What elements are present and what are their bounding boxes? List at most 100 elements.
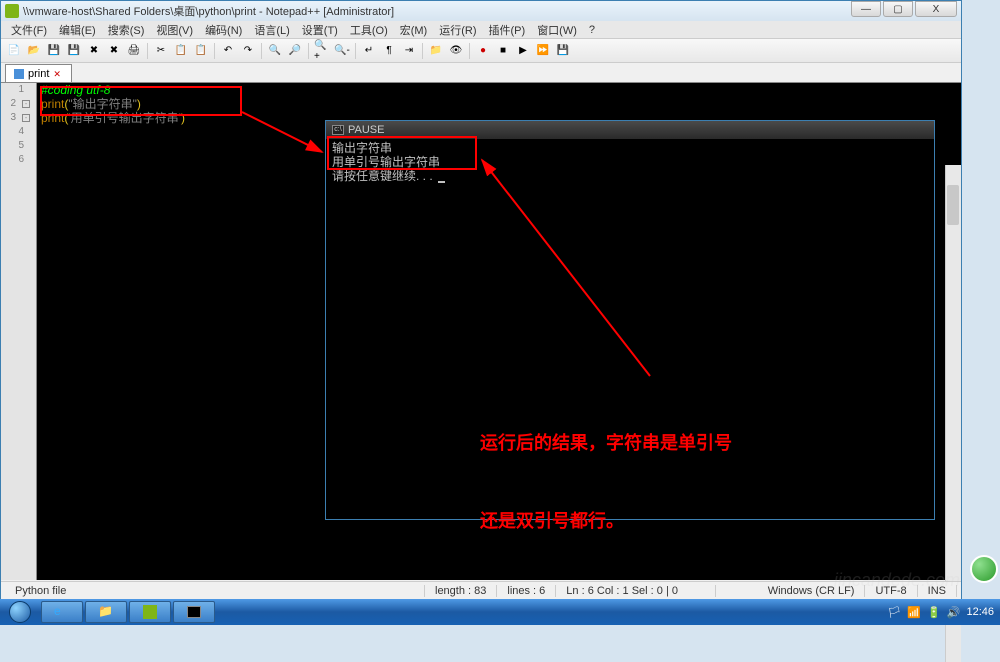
separator bbox=[422, 43, 423, 59]
separator bbox=[469, 43, 470, 59]
menu-help[interactable]: ? bbox=[583, 23, 601, 37]
scroll-thumb[interactable] bbox=[947, 185, 959, 225]
monitor-icon[interactable]: 👁 bbox=[447, 42, 465, 60]
separator bbox=[261, 43, 262, 59]
menu-macro[interactable]: 宏(M) bbox=[394, 21, 434, 39]
undo-icon[interactable]: ↶ bbox=[219, 42, 237, 60]
menu-run[interactable]: 运行(R) bbox=[433, 21, 482, 39]
save-macro-icon[interactable]: 💾 bbox=[554, 42, 572, 60]
zoom-in-icon[interactable]: 🔍+ bbox=[313, 42, 331, 60]
cut-icon[interactable]: ✂ bbox=[152, 42, 170, 60]
indent-icon[interactable]: ⇥ bbox=[400, 42, 418, 60]
watermark: jincandede.com bbox=[834, 570, 960, 591]
line-gutter: 1 2- 3- 4 5 6 bbox=[1, 83, 37, 580]
menu-plugins[interactable]: 插件(P) bbox=[483, 21, 532, 39]
record-icon[interactable]: ● bbox=[474, 42, 492, 60]
tray-clock[interactable]: 12:46 bbox=[966, 606, 994, 618]
console-line: 请按任意键继续. . . bbox=[332, 169, 928, 183]
window-controls: — ▢ X bbox=[851, 1, 957, 17]
line-number: 5 bbox=[1, 139, 36, 153]
zoom-out-icon[interactable]: 🔍- bbox=[333, 42, 351, 60]
taskbar-item-cmd[interactable] bbox=[173, 601, 215, 623]
toolbar: 📄 📂 💾 💾 ✖ ✖ 🖨 ✂ 📋 📋 ↶ ↷ 🔍 🔎 🔍+ 🔍- ↵ ¶ ⇥ … bbox=[1, 39, 961, 63]
menu-language[interactable]: 语言(L) bbox=[248, 21, 295, 39]
code-line-1: #coding utf-8 bbox=[41, 83, 957, 97]
folder-icon: 📁 bbox=[98, 604, 114, 620]
windows-taskbar: e 📁 🏳 📶 🔋 🔊 12:46 bbox=[0, 599, 1000, 625]
console-line: 用单引号输出字符串 bbox=[332, 155, 928, 169]
taskbar-item-ie[interactable]: e bbox=[41, 601, 83, 623]
console-line: 输出字符串 bbox=[332, 141, 928, 155]
tray-sound-icon[interactable]: 🔊 bbox=[947, 606, 961, 619]
open-file-icon[interactable]: 📂 bbox=[25, 42, 43, 60]
separator bbox=[308, 43, 309, 59]
titlebar[interactable]: \\vmware-host\Shared Folders\桌面\python\p… bbox=[1, 1, 961, 21]
close-file-icon[interactable]: ✖ bbox=[85, 42, 103, 60]
taskbar-item-notepadpp[interactable] bbox=[129, 601, 171, 623]
save-all-icon[interactable]: 💾 bbox=[65, 42, 83, 60]
redo-icon[interactable]: ↷ bbox=[239, 42, 257, 60]
maximize-button[interactable]: ▢ bbox=[883, 1, 913, 17]
separator bbox=[214, 43, 215, 59]
separator bbox=[355, 43, 356, 59]
replace-icon[interactable]: 🔎 bbox=[286, 42, 304, 60]
console-icon: c:\ bbox=[332, 125, 344, 135]
tab-close-icon[interactable]: ✕ bbox=[53, 69, 63, 79]
copy-icon[interactable]: 📋 bbox=[172, 42, 190, 60]
play-icon[interactable]: ▶ bbox=[514, 42, 532, 60]
menu-window[interactable]: 窗口(W) bbox=[531, 21, 583, 39]
cmd-icon bbox=[187, 606, 201, 618]
tab-print[interactable]: print ✕ bbox=[5, 64, 72, 82]
tabbar: print ✕ bbox=[1, 63, 961, 83]
menubar: 文件(F) 编辑(E) 搜索(S) 视图(V) 编码(N) 语言(L) 设置(T… bbox=[1, 21, 961, 39]
status-position: Ln : 6 Col : 1 Sel : 0 | 0 bbox=[556, 585, 716, 597]
separator bbox=[147, 43, 148, 59]
notepadpp-icon bbox=[143, 605, 157, 619]
status-lines: lines : 6 bbox=[497, 585, 556, 597]
save-icon[interactable]: 💾 bbox=[45, 42, 63, 60]
cursor-icon bbox=[438, 181, 445, 183]
folder-icon[interactable]: 📁 bbox=[427, 42, 445, 60]
console-output: 输出字符串 用单引号输出字符串 请按任意键继续. . . bbox=[326, 139, 934, 185]
start-button[interactable] bbox=[0, 599, 40, 625]
status-length: length : 83 bbox=[425, 585, 497, 597]
new-file-icon[interactable]: 📄 bbox=[5, 42, 23, 60]
annotation-line-2: 还是双引号都行。 bbox=[480, 508, 732, 534]
menu-search[interactable]: 搜索(S) bbox=[102, 21, 151, 39]
file-type-icon bbox=[14, 69, 24, 79]
play-multi-icon[interactable]: ⏩ bbox=[534, 42, 552, 60]
stop-icon[interactable]: ■ bbox=[494, 42, 512, 60]
line-number: 4 bbox=[1, 125, 36, 139]
menu-view[interactable]: 视图(V) bbox=[150, 21, 199, 39]
line-number: 2- bbox=[1, 97, 36, 111]
floating-action-button[interactable] bbox=[970, 555, 998, 583]
invisible-chars-icon[interactable]: ¶ bbox=[380, 42, 398, 60]
menu-settings[interactable]: 设置(T) bbox=[296, 21, 344, 39]
line-number: 1 bbox=[1, 83, 36, 97]
taskbar-item-explorer[interactable]: 📁 bbox=[85, 601, 127, 623]
menu-encoding[interactable]: 编码(N) bbox=[199, 21, 248, 39]
tab-label: print bbox=[28, 68, 49, 80]
close-all-icon[interactable]: ✖ bbox=[105, 42, 123, 60]
tray-network-icon[interactable]: 📶 bbox=[907, 606, 921, 619]
system-tray: 🏳 📶 🔋 🔊 12:46 bbox=[881, 606, 1000, 619]
tray-battery-icon[interactable]: 🔋 bbox=[927, 606, 941, 619]
menu-file[interactable]: 文件(F) bbox=[5, 21, 53, 39]
code-line-2: print("输出字符串") bbox=[41, 97, 957, 111]
minimize-button[interactable]: — bbox=[851, 1, 881, 17]
window-title: \\vmware-host\Shared Folders\桌面\python\p… bbox=[23, 3, 394, 19]
find-icon[interactable]: 🔍 bbox=[266, 42, 284, 60]
windows-logo-icon bbox=[9, 601, 31, 623]
close-button[interactable]: X bbox=[915, 1, 957, 17]
print-icon[interactable]: 🖨 bbox=[125, 42, 143, 60]
console-titlebar[interactable]: c:\ PAUSE bbox=[326, 121, 934, 139]
ie-icon: e bbox=[54, 604, 70, 620]
tray-flag-icon[interactable]: 🏳 bbox=[887, 606, 901, 619]
menu-tools[interactable]: 工具(O) bbox=[344, 21, 394, 39]
app-icon bbox=[5, 4, 19, 18]
menu-edit[interactable]: 编辑(E) bbox=[53, 21, 102, 39]
line-number: 6 bbox=[1, 153, 36, 167]
wordwrap-icon[interactable]: ↵ bbox=[360, 42, 378, 60]
status-filetype: Python file bbox=[5, 585, 425, 597]
paste-icon[interactable]: 📋 bbox=[192, 42, 210, 60]
